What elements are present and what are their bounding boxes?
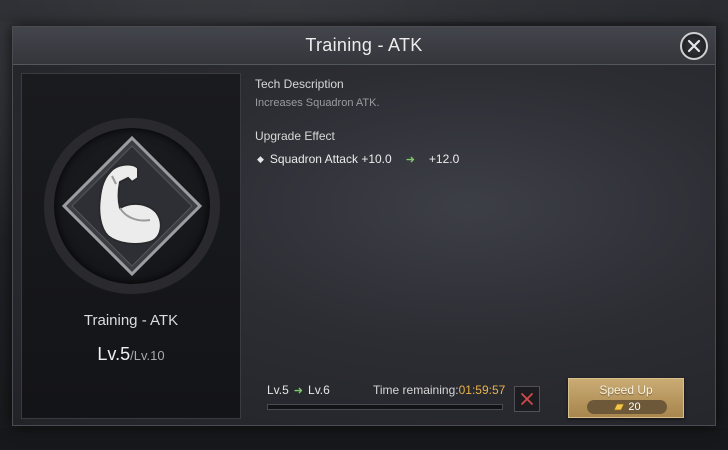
flexed-arm-icon xyxy=(61,135,203,277)
time-remaining-label: Time remaining: xyxy=(373,383,459,397)
speed-up-label: Speed Up xyxy=(599,383,653,397)
dialog-title: Training - ATK xyxy=(305,35,423,55)
speed-up-cost: 20 xyxy=(587,400,667,414)
description-heading: Tech Description xyxy=(255,77,344,91)
close-button[interactable] xyxy=(680,32,708,60)
tech-icon-panel: Training - ATK Lv.5/Lv.10 xyxy=(21,73,241,419)
tech-badge xyxy=(58,132,206,280)
dialog-titlebar: Training - ATK xyxy=(13,27,715,65)
tech-name: Training - ATK xyxy=(83,312,179,329)
speed-up-cost-value: 20 xyxy=(628,401,641,413)
speed-up-button[interactable]: Speed Up 20 xyxy=(568,378,684,418)
arrow-right-icon: ➜ xyxy=(405,153,415,166)
upgrade-effect-heading: Upgrade Effect xyxy=(255,129,335,143)
current-level: Lv.5 xyxy=(97,344,131,364)
from-level: Lv.5 xyxy=(267,383,289,397)
arrow-right-icon: ➜ xyxy=(293,384,304,397)
backdrop-bottom-bar xyxy=(0,428,728,450)
to-level: Lv.6 xyxy=(308,383,330,397)
tech-upgrade-dialog: Training - ATK Training - ATK Lv.5/Lv.10… xyxy=(12,26,716,426)
cancel-x-icon xyxy=(521,393,533,405)
description-text: Increases Squadron ATK. xyxy=(255,97,380,109)
effect-stat: Squadron Attack +10.0 xyxy=(269,152,392,166)
backdrop-top-bar xyxy=(0,0,728,22)
upgrade-effect-row: ◆ Squadron Attack +10.0 ➜ +12.0 xyxy=(257,151,459,167)
diamond-bullet-icon: ◆ xyxy=(257,153,264,164)
level-change: Lv.5 ➜ Lv.6 xyxy=(267,383,330,397)
max-level: /Lv.10 xyxy=(130,348,165,363)
gold-bar-icon xyxy=(613,403,626,411)
upgrade-progress-bar xyxy=(267,404,503,410)
time-remaining: Time remaining:01:59:57 xyxy=(373,383,505,397)
effect-next-value: +12.0 xyxy=(428,152,460,166)
cancel-upgrade-button[interactable] xyxy=(514,386,540,412)
time-remaining-value: 01:59:57 xyxy=(458,383,506,397)
close-icon xyxy=(687,39,701,53)
tech-level: Lv.5/Lv.10 xyxy=(22,344,240,365)
